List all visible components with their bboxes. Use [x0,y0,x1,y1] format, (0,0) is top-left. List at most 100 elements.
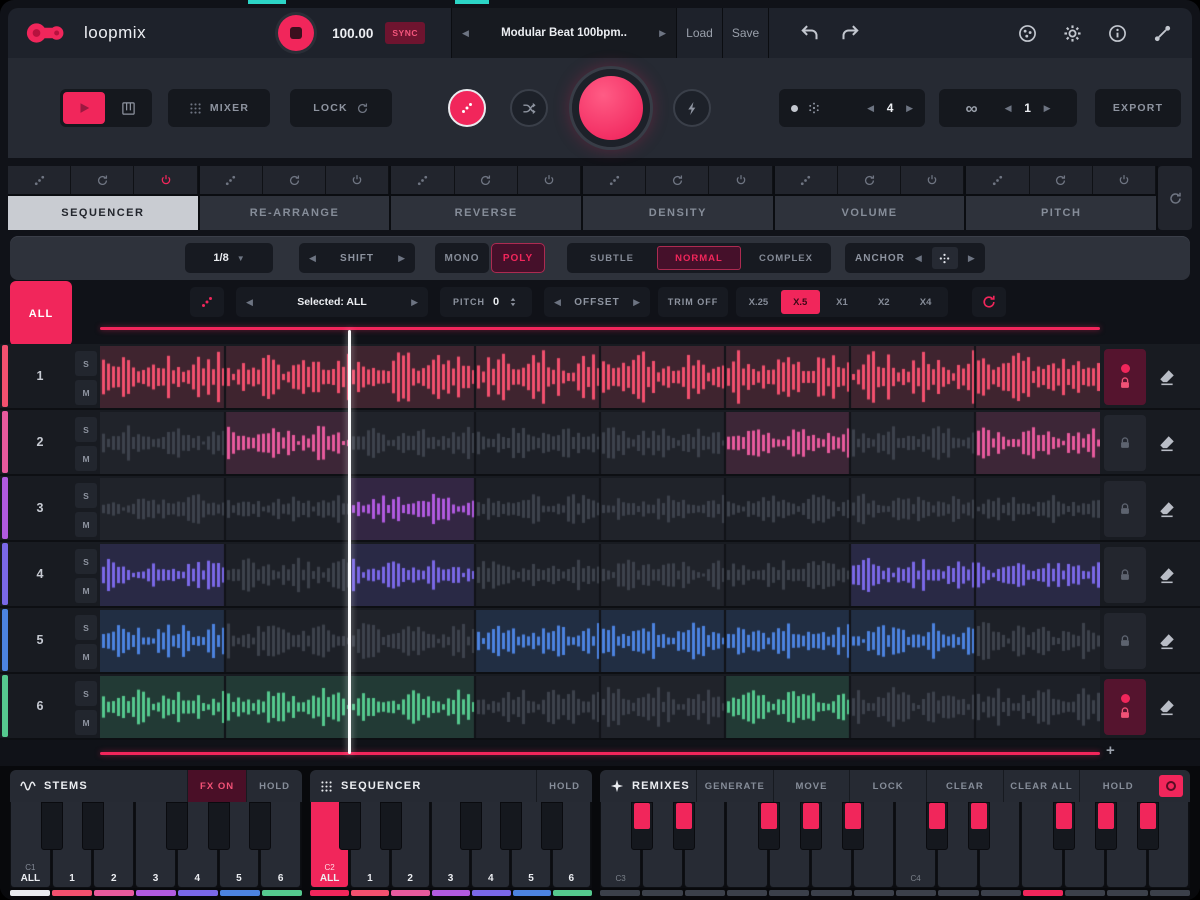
loop-range-bar-bottom[interactable] [100,752,1100,755]
selected-prev-icon[interactable]: ◀ [246,297,253,308]
cycle-mini-icon[interactable] [71,166,135,194]
preset-next-icon[interactable]: ▶ [659,28,666,39]
black-key[interactable] [249,802,272,850]
black-key[interactable] [673,802,696,850]
track-clear-button[interactable] [1154,496,1180,522]
anchor-mode-icon[interactable] [931,247,958,269]
stems-hold-button[interactable]: HOLD [246,770,302,802]
play-button[interactable] [63,92,105,124]
black-key[interactable] [40,802,63,850]
infinity-icon[interactable]: ∞ [966,100,978,117]
settings-gear-icon[interactable] [1063,24,1082,43]
tab-sequencer[interactable]: SEQUENCER [8,166,200,230]
waveform-lane[interactable] [100,544,1100,606]
mute-button[interactable]: M [75,380,97,405]
black-key[interactable] [757,802,780,850]
pattern-prev-icon[interactable]: ◀ [867,103,874,114]
subtle-button[interactable]: SUBTLE [570,246,654,270]
black-key[interactable] [165,802,188,850]
black-key[interactable] [1052,802,1075,850]
speed-x_25-button[interactable]: X.25 [739,290,778,314]
selection-variation-icon[interactable] [190,287,224,317]
track-lock-button[interactable] [1104,613,1146,669]
variation-button[interactable] [448,89,486,127]
tab-reverse[interactable]: REVERSE [391,166,584,230]
black-key[interactable] [540,802,563,850]
load-button[interactable]: Load [677,8,724,58]
loop-next-icon[interactable]: ▶ [1044,103,1051,114]
lock-button[interactable]: LOCK [849,770,926,802]
add-button[interactable]: + [1106,742,1115,759]
black-key[interactable] [799,802,822,850]
power-mini-icon[interactable] [709,166,773,194]
tab-label[interactable]: VOLUME [774,196,965,230]
black-key[interactable] [460,802,483,850]
variation-mini-icon[interactable] [391,166,455,194]
redo-icon[interactable] [841,23,861,43]
speed-x2-button[interactable]: X2 [864,290,903,314]
mute-button[interactable]: M [75,446,97,471]
black-key[interactable] [1094,802,1117,850]
variation-mini-icon[interactable] [8,166,72,194]
preset-name[interactable]: Modular Beat 100bpm.. [501,27,627,39]
waveform-lane[interactable] [100,610,1100,672]
browser-icon[interactable] [1018,24,1037,43]
anchor-right-icon[interactable]: ▶ [968,253,975,264]
power-mini-icon[interactable] [518,166,581,194]
variation-mini-icon[interactable] [200,166,263,194]
pitch-control[interactable]: PITCH 0 [440,287,532,317]
stop-button[interactable] [278,15,315,51]
speed-x_5-button[interactable]: X.5 [780,290,820,314]
solo-button[interactable]: S [75,615,97,640]
keys-mode-button[interactable] [108,92,150,124]
track-clear-button[interactable] [1154,562,1180,588]
stepper-icon[interactable] [507,296,519,308]
trim-button[interactable]: TRIM OFF [658,287,728,317]
mute-button[interactable]: M [75,578,97,603]
cycle-mini-icon[interactable] [263,166,327,194]
mute-button[interactable]: M [75,512,97,537]
mute-button[interactable]: M [75,710,97,735]
track-clear-button[interactable] [1154,430,1180,456]
tab-re-arrange[interactable]: RE-ARRANGE [199,166,392,230]
mixer-button[interactable]: MIXER [168,89,270,127]
tab-label[interactable]: PITCH [966,196,1157,230]
tabs-refresh-cell[interactable] [1158,166,1192,230]
save-button[interactable]: Save [723,8,770,58]
power-mini-icon[interactable] [326,166,390,194]
solo-button[interactable]: S [75,483,97,508]
anchor-left-icon[interactable]: ◀ [915,253,922,264]
sync-button[interactable]: SYNC [385,22,426,44]
clear-all-button[interactable]: CLEAR ALL [1002,770,1080,802]
tab-label[interactable]: SEQUENCER [8,196,198,230]
track-clear-button[interactable] [1154,628,1180,654]
pattern-next-icon[interactable]: ▶ [906,103,913,114]
black-key[interactable] [968,802,991,850]
waveform-lane[interactable] [100,676,1100,738]
speed-x1-button[interactable]: X1 [823,290,862,314]
waveform-lane[interactable] [100,412,1100,474]
routing-icon[interactable] [1153,24,1172,43]
track-lock-button[interactable] [1104,547,1146,603]
solo-button[interactable]: S [75,549,97,574]
black-key[interactable] [1136,802,1159,850]
mono-button[interactable]: MONO [435,243,489,273]
speed-x4-button[interactable]: X4 [906,290,945,314]
black-key[interactable] [207,802,230,850]
track-lock-button[interactable] [1104,481,1146,537]
track-lock-button[interactable] [1104,679,1146,735]
power-mini-icon[interactable] [1093,166,1157,194]
black-key[interactable] [926,802,949,850]
record-button[interactable] [1159,775,1183,797]
waveform-lane[interactable] [100,478,1100,540]
black-key[interactable] [339,802,362,850]
variation-mini-icon[interactable] [583,166,647,194]
track-clear-button[interactable] [1154,694,1180,720]
undo-icon[interactable] [799,23,819,43]
mute-button[interactable]: M [75,644,97,669]
info-icon[interactable] [1108,24,1127,43]
black-key[interactable] [82,802,105,850]
fx-on-button[interactable]: FX ON [187,770,247,802]
black-key[interactable] [631,802,654,850]
global-lock-button[interactable]: LOCK [290,89,392,127]
